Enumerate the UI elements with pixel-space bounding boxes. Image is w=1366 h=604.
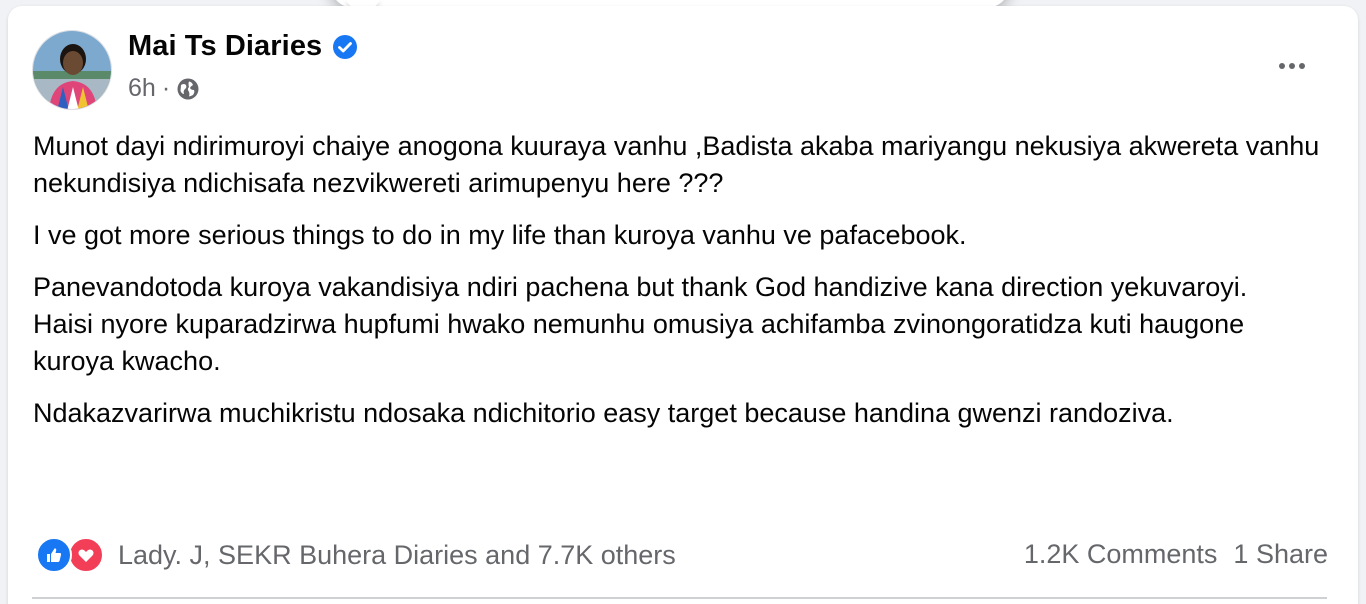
page: Mai Ts Diaries 6h · Munot dayi ndirimuro… xyxy=(0,0,1366,604)
globe-icon[interactable] xyxy=(176,77,200,101)
comments-count[interactable]: 1.2K Comments xyxy=(1024,539,1218,570)
reactions-row: Lady. J, SEKR Buhera Diaries and 7.7K ot… xyxy=(36,537,676,573)
author-name[interactable]: Mai Ts Diaries xyxy=(128,30,322,63)
more-options-icon[interactable] xyxy=(1270,48,1314,84)
post-paragraph: I ve got more serious things to do in my… xyxy=(33,220,967,250)
reaction-icons[interactable] xyxy=(36,537,104,573)
post-paragraph: Haisi nyore kuparadzirwa hupfumi hwako n… xyxy=(33,309,1245,376)
engagement-stats: 1.2K Comments 1 Share xyxy=(1024,539,1328,570)
reactions-summary[interactable]: Lady. J, SEKR Buhera Diaries and 7.7K ot… xyxy=(118,540,676,571)
post-paragraph: Panevandotoda kuroya vakandisiya ndiri p… xyxy=(33,272,1248,302)
post-timestamp[interactable]: 6h xyxy=(128,74,156,103)
more-dot xyxy=(1299,63,1305,69)
avatar[interactable] xyxy=(32,30,112,110)
post-paragraph: Ndakazvarirwa muchikristu ndosaka ndichi… xyxy=(33,398,1174,428)
divider xyxy=(32,597,1327,599)
post-paragraph: Munot dayi ndirimuroyi chaiye anogona ku… xyxy=(33,131,1320,198)
author-row: Mai Ts Diaries xyxy=(128,30,358,63)
love-icon xyxy=(68,537,104,573)
more-dot xyxy=(1289,63,1295,69)
verified-badge-icon xyxy=(332,34,358,60)
post-text: Munot dayi ndirimuroyi chaiye anogona ku… xyxy=(33,128,1323,447)
shares-count[interactable]: 1 Share xyxy=(1233,539,1328,570)
like-icon xyxy=(36,537,72,573)
more-dot xyxy=(1279,63,1285,69)
post-meta: 6h · xyxy=(128,74,200,103)
meta-separator: · xyxy=(161,74,171,102)
